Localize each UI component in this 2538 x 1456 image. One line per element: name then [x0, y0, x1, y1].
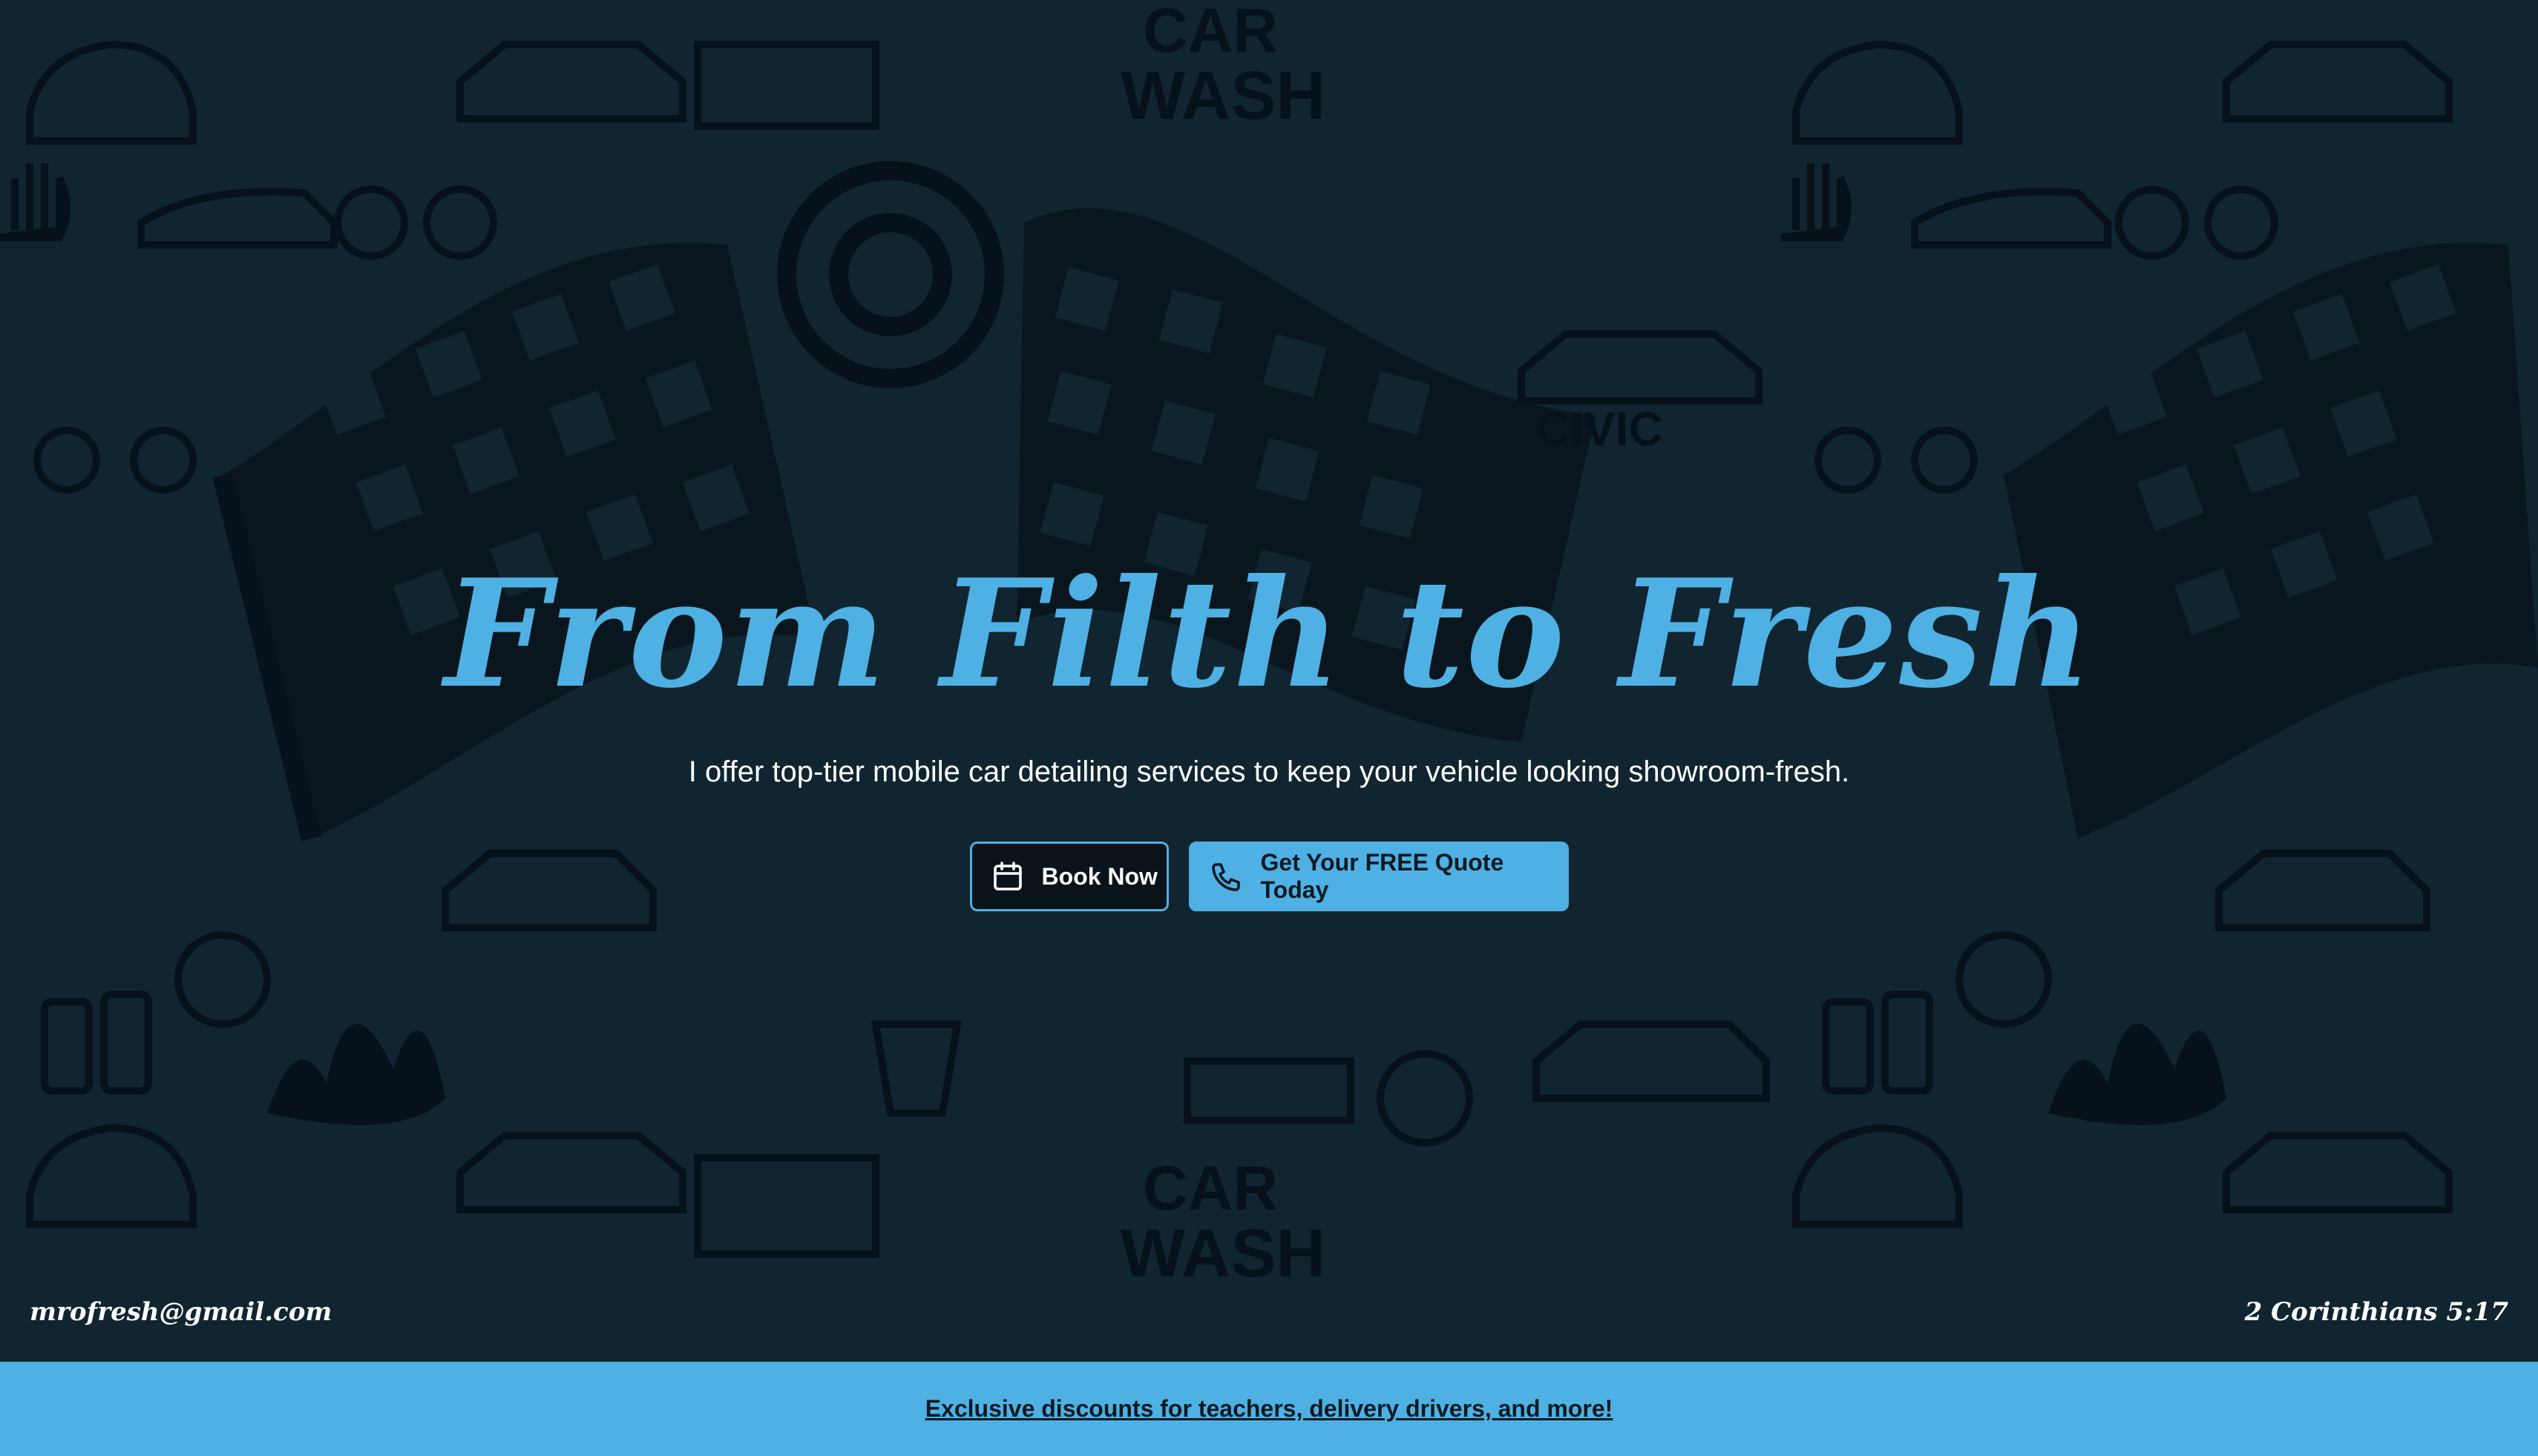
promo-bar: Exclusive discounts for teachers, delive… — [0, 1362, 2538, 1456]
contact-email[interactable]: mrofresh@gmail.com — [30, 1297, 332, 1327]
phone-icon — [1209, 859, 1245, 894]
hero-subtitle: I offer top-tier mobile car detailing se… — [688, 755, 1850, 788]
promo-link[interactable]: Exclusive discounts for teachers, delive… — [925, 1395, 1613, 1423]
hero-title: From Filth to Fresh — [444, 547, 2094, 721]
cta-row: Book Now Get Your FREE Quote Today — [0, 842, 2538, 911]
book-now-button[interactable]: Book Now — [969, 842, 1169, 911]
free-quote-label: Get Your FREE Quote Today — [1260, 849, 1504, 903]
bible-verse: 2 Corinthians 5:17 — [2244, 1297, 2508, 1327]
free-quote-button[interactable]: Get Your FREE Quote Today — [1188, 842, 1569, 911]
calendar-icon — [990, 859, 1026, 894]
book-now-label: Book Now — [1041, 862, 1158, 890]
hero-section: From Filth to Fresh I offer top-tier mob… — [0, 0, 2538, 1362]
